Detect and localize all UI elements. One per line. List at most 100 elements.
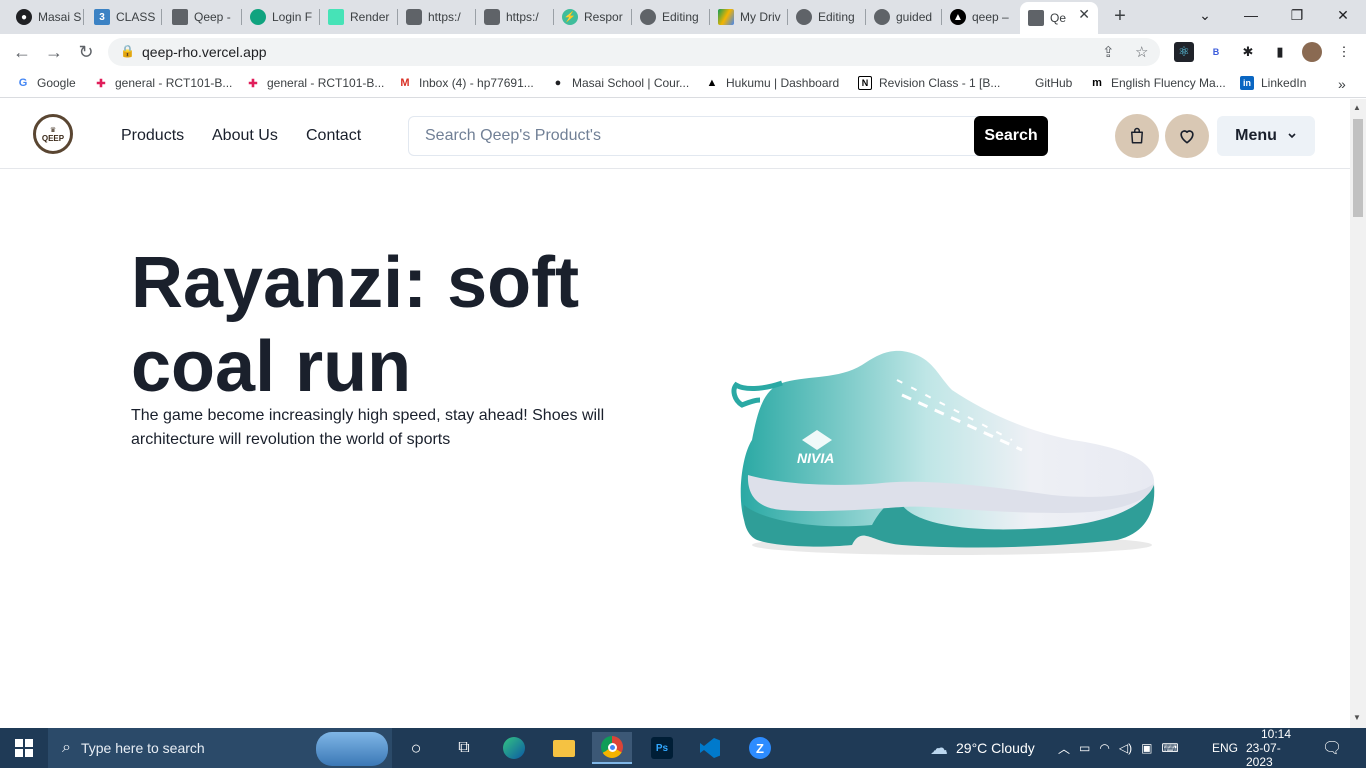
browser-tab[interactable]: My Driv <box>710 4 788 30</box>
bookmark-star-icon[interactable]: ☆ <box>1135 43 1148 61</box>
qeep-icon <box>1028 10 1044 26</box>
scrollbar-thumb[interactable] <box>1353 119 1363 217</box>
bookmark-item[interactable]: N Revision Class - 1 [B... <box>858 76 1000 90</box>
bolt-icon: ⚡ <box>562 9 578 25</box>
browser-tab[interactable]: Login F <box>242 4 320 30</box>
tab-title: guided <box>896 10 933 24</box>
bookmark-item[interactable]: M Inbox (4) - hp77691... <box>398 76 533 90</box>
file-explorer-icon[interactable] <box>544 732 584 764</box>
slack-icon: ✚ <box>96 77 106 90</box>
browser-tab[interactable]: Editing <box>788 4 866 30</box>
browser-tab[interactable]: Render <box>320 4 398 30</box>
bookmark-item[interactable]: in LinkedIn <box>1240 76 1306 90</box>
nav-link-contact[interactable]: Contact <box>306 127 361 145</box>
browser-tab[interactable]: 3 CLASS <box>86 4 162 30</box>
browser-tab[interactable]: ⚡ Respor <box>554 4 632 30</box>
zoom-icon[interactable]: Z <box>740 732 780 764</box>
menu-button[interactable]: Menu <box>1217 116 1315 156</box>
tab-search-icon[interactable]: ⌄ <box>1182 0 1228 30</box>
profile-avatar[interactable] <box>1302 42 1322 62</box>
bookmark-item[interactable]: G Google <box>16 76 76 90</box>
browser-tab[interactable]: guided <box>866 4 942 30</box>
task-view-icon[interactable]: ⧉ <box>444 732 484 764</box>
extensions-puzzle-icon[interactable]: ✱ <box>1238 42 1258 62</box>
speaker-icon[interactable]: ◁) <box>1119 741 1132 755</box>
clock[interactable]: 10:14 23-07-2023 <box>1246 727 1306 769</box>
notification-icon[interactable]: 🗨 <box>1322 728 1342 768</box>
search-button[interactable]: Search <box>974 116 1048 156</box>
windows-taskbar: ⌕ Type here to search ○ ⧉ Ps Z ☁ 29°C Cl… <box>0 727 1366 769</box>
bookmark-item[interactable]: m English Fluency Ma... <box>1090 76 1226 90</box>
wifi-icon[interactable]: ◠ <box>1099 741 1109 755</box>
cortana-icon[interactable]: ○ <box>396 732 436 764</box>
keyboard-icon[interactable]: ⌨ <box>1161 741 1178 755</box>
chrome-menu-icon[interactable]: ⋮ <box>1334 42 1354 62</box>
browser-tab[interactable]: Qeep - <box>164 4 242 30</box>
chrome-icon[interactable] <box>592 732 632 764</box>
bookmark-label: GitHub <box>1035 76 1073 90</box>
slack-icon: ✚ <box>248 77 258 90</box>
back-arrow-icon[interactable]: ← <box>12 42 32 62</box>
tab-title: My Driv <box>740 10 781 24</box>
minimize-button[interactable]: — <box>1228 0 1274 30</box>
nav-link-products[interactable]: Products <box>121 127 184 145</box>
bookmark-item[interactable]: ✚ general - RCT101-B... <box>246 76 384 90</box>
bookmark-item[interactable]: ✚ general - RCT101-B... <box>94 76 232 90</box>
scroll-down-arrow-icon[interactable]: ▼ <box>1353 713 1361 722</box>
gmail-icon: M <box>400 77 410 89</box>
language-indicator[interactable]: ENG <box>1212 728 1238 768</box>
chevron-down-icon <box>1288 133 1296 139</box>
browser-tab[interactable]: ▲ qeep – <box>942 4 1018 30</box>
logo-text: QEEP <box>41 133 65 143</box>
weather-widget[interactable]: ☁ 29°C Cloudy <box>930 728 1035 768</box>
tab-title: Render <box>350 10 390 24</box>
reload-icon[interactable]: ↻ <box>76 42 96 62</box>
more-bookmarks-button[interactable]: » <box>1338 76 1346 92</box>
share-icon[interactable]: ⇪ <box>1102 43 1115 61</box>
close-tab-icon[interactable]: ✕ <box>1078 6 1090 23</box>
vscode-icon[interactable] <box>690 732 730 764</box>
browser-tab[interactable]: ● Masai S <box>8 4 84 30</box>
search-icon: ⌕ <box>62 739 71 756</box>
windows-start-icon[interactable] <box>4 732 44 764</box>
bookmark-item[interactable]: GitHub <box>1035 76 1072 90</box>
meet-icon[interactable]: ▣ <box>1141 741 1152 755</box>
notion-icon: N <box>858 76 872 90</box>
chevron-up-icon[interactable]: ︿ <box>1058 740 1070 757</box>
site-logo[interactable]: ♛ QEEP <box>33 114 73 154</box>
battery-icon[interactable]: ▭ <box>1079 741 1090 755</box>
product-search-input[interactable] <box>408 116 978 156</box>
browser-tab-strip: ● Masai S 3 CLASS Qeep - Login F Render … <box>0 0 1366 34</box>
bookmark-label: Google <box>37 76 76 90</box>
scroll-up-arrow-icon[interactable]: ▲ <box>1353 103 1361 112</box>
menu-label: Menu <box>1235 127 1277 144</box>
bookmark-label: LinkedIn <box>1261 76 1307 90</box>
photoshop-icon[interactable]: Ps <box>642 732 682 764</box>
nav-link-about[interactable]: About Us <box>212 127 278 145</box>
wishlist-button[interactable] <box>1165 114 1209 158</box>
extension-b-icon[interactable]: B <box>1206 42 1226 62</box>
bookmark-item[interactable]: ● Masai School | Cour... <box>551 76 690 90</box>
browser-tab-active[interactable]: Qe ✕ <box>1020 2 1098 34</box>
bookmark-label: Hukumu | Dashboard <box>726 76 840 90</box>
cart-button[interactable] <box>1115 114 1159 158</box>
lock-icon: 🔒 <box>120 44 135 58</box>
side-panel-icon[interactable]: ▮ <box>1270 42 1290 62</box>
bookmark-item[interactable]: ▲ Hukumu | Dashboard <box>705 76 840 90</box>
react-devtools-icon[interactable]: ⚛ <box>1174 42 1194 62</box>
browser-tab[interactable]: Editing <box>632 4 710 30</box>
new-tab-button[interactable]: + <box>1110 4 1130 30</box>
edge-icon[interactable] <box>494 732 534 764</box>
close-window-button[interactable]: ✕ <box>1320 0 1366 30</box>
tab-title: Editing <box>662 10 699 24</box>
browser-tab[interactable]: https:/ <box>476 4 554 30</box>
bookmark-label: general - RCT101-B... <box>115 76 233 90</box>
taskbar-search-box[interactable]: ⌕ Type here to search <box>48 728 392 768</box>
masai-icon: ● <box>554 77 562 89</box>
page-scrollbar[interactable]: ▲ ▼ <box>1350 99 1366 728</box>
address-bar[interactable]: 🔒 qeep-rho.vercel.app ⇪ ☆ <box>108 38 1160 66</box>
forward-arrow-icon[interactable]: → <box>44 42 64 62</box>
browser-tab[interactable]: https:/ <box>398 4 476 30</box>
search-highlight-image <box>316 732 388 766</box>
restore-button[interactable]: ❐ <box>1274 0 1320 30</box>
